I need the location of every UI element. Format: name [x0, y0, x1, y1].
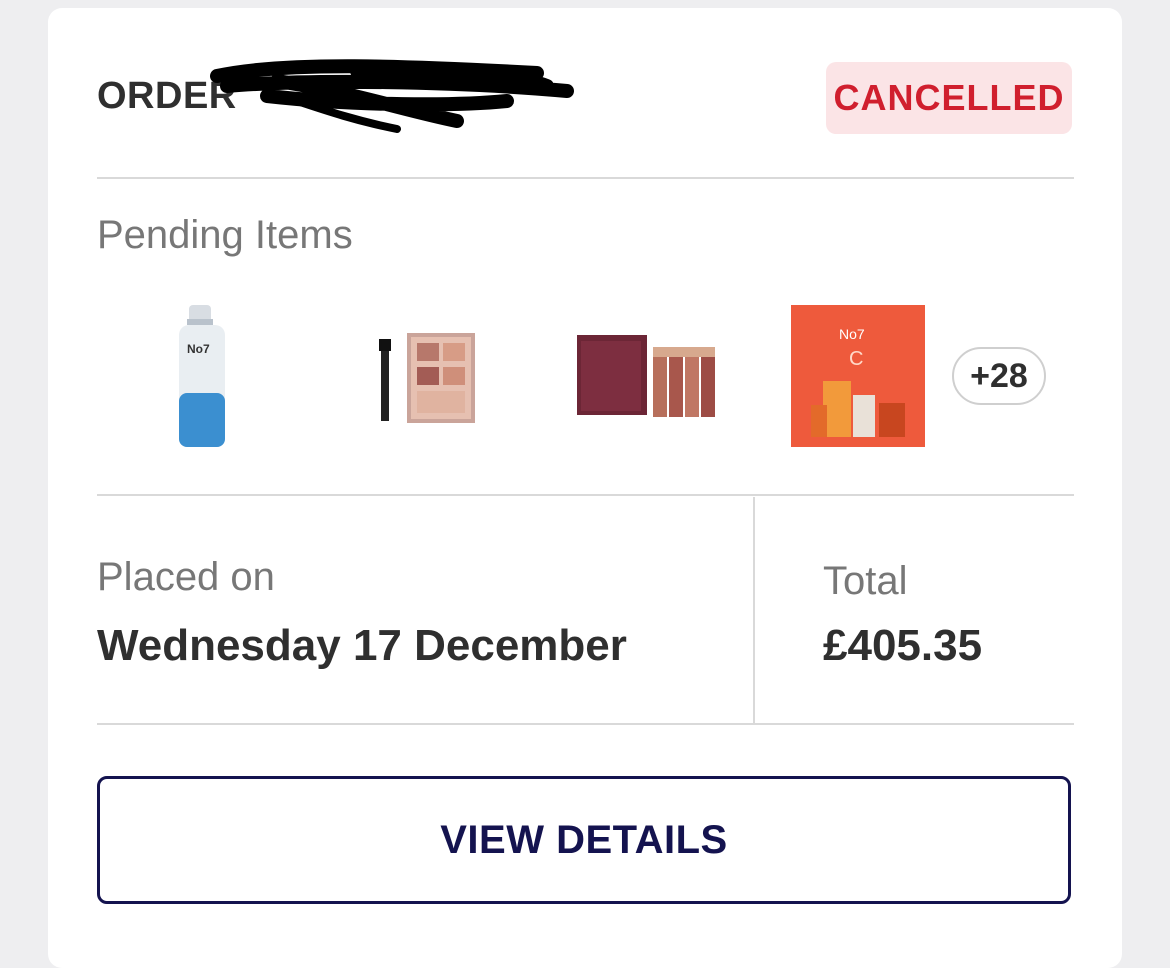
more-items-badge[interactable]: +28: [952, 347, 1046, 405]
total-label: Total: [823, 559, 908, 603]
placed-on-label: Placed on: [97, 555, 275, 599]
divider: [97, 723, 1074, 725]
vertical-divider: [753, 497, 755, 724]
product-thumbnail-bottle[interactable]: No7: [137, 285, 297, 465]
svg-text:No7: No7: [187, 342, 210, 356]
order-header: ORDER CANCELLED: [97, 57, 1074, 137]
product-thumbnail-vitamin-c-set[interactable]: No7 C: [787, 285, 947, 465]
status-badge: CANCELLED: [826, 62, 1072, 134]
pending-items-thumbnails: No7 No7 C +28: [97, 285, 1074, 465]
divider: [97, 494, 1074, 496]
total-amount: £405.35: [823, 621, 983, 670]
order-meta: Placed on Wednesday 17 December Total £4…: [97, 497, 1074, 724]
view-details-button[interactable]: VIEW DETAILS: [97, 776, 1071, 904]
product-thumbnail-lipstick-set[interactable]: [567, 285, 727, 465]
section-label-pending: Pending Items: [97, 213, 353, 257]
redaction-scribble: [210, 59, 574, 133]
svg-text:No7: No7: [839, 326, 865, 342]
svg-text:C: C: [849, 348, 863, 370]
product-thumbnail-palette[interactable]: [347, 285, 507, 465]
divider: [97, 177, 1074, 179]
placed-on-date: Wednesday 17 December: [97, 621, 627, 670]
